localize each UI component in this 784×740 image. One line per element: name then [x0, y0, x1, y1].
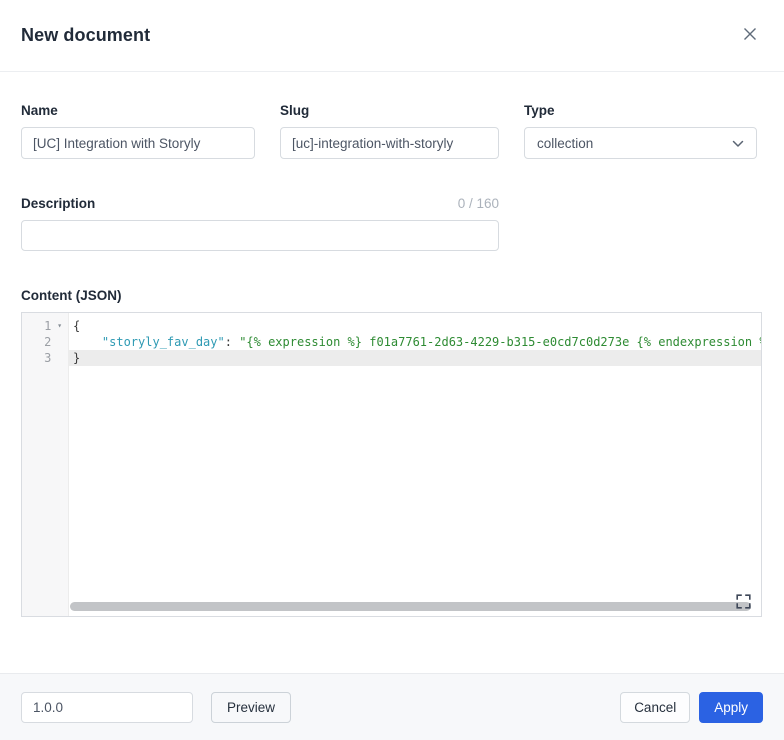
content-json-section: Content (JSON) 1 ▾ 2 3 {"storyly_fav_da… — [21, 288, 762, 617]
type-field-group: Type collection — [524, 103, 757, 159]
new-document-dialog: New document Name Slug Type collection — [0, 0, 784, 740]
cancel-button[interactable]: Cancel — [620, 691, 691, 723]
code-token-string: "{% expression %} f01a7761-2d63-4229-b31… — [239, 335, 761, 349]
json-code-editor[interactable]: 1 ▾ 2 3 { "storyly_fav_day": "{% express… — [21, 312, 762, 617]
code-token: { — [73, 319, 81, 333]
editor-gutter: 1 ▾ 2 3 — [22, 313, 69, 616]
name-field-group: Name — [21, 103, 255, 159]
name-input[interactable] — [21, 127, 255, 159]
editor-code-area[interactable]: { "storyly_fav_day": "{% expression %} f… — [69, 313, 761, 616]
type-select[interactable]: collection — [524, 127, 757, 159]
expand-editor-button[interactable] — [734, 594, 752, 612]
slug-field-group: Slug — [280, 103, 499, 159]
chevron-down-icon — [732, 136, 744, 151]
name-label: Name — [21, 103, 58, 118]
code-line-1: { — [69, 318, 761, 334]
line-number: 1 — [44, 319, 52, 333]
code-token: : — [224, 335, 240, 349]
slug-label: Slug — [280, 103, 310, 118]
slug-input[interactable] — [280, 127, 499, 159]
preview-button[interactable]: Preview — [211, 691, 292, 723]
gutter-line: 2 — [22, 334, 68, 350]
description-field-group: Description 0 / 160 — [21, 196, 499, 251]
fullscreen-icon — [735, 594, 751, 612]
apply-button[interactable]: Apply — [699, 691, 763, 723]
gutter-line: 1 ▾ — [22, 318, 68, 334]
close-button[interactable] — [738, 24, 762, 48]
gutter-line: 3 — [22, 350, 68, 366]
line-number: 3 — [44, 351, 52, 365]
version-input[interactable] — [21, 691, 193, 723]
dialog-footer: Preview Cancel Apply — [0, 673, 784, 740]
code-line-3-active: } — [69, 350, 761, 366]
fields-row: Name Slug Type collection — [21, 103, 762, 159]
type-label: Type — [524, 103, 555, 118]
horizontal-scrollbar-thumb[interactable] — [70, 602, 751, 611]
dialog-header: New document — [0, 0, 784, 72]
content-json-label: Content (JSON) — [21, 288, 122, 303]
dialog-body: Name Slug Type collection Description — [0, 72, 784, 673]
description-label: Description — [21, 196, 96, 211]
code-line-2: "storyly_fav_day": "{% expression %} f01… — [69, 334, 761, 350]
dialog-title: New document — [21, 25, 151, 45]
line-number: 2 — [44, 335, 52, 349]
type-selected-value: collection — [537, 135, 594, 151]
fold-arrow-icon[interactable]: ▾ — [51, 318, 68, 334]
code-token: } — [73, 351, 81, 365]
description-header: Description 0 / 160 — [21, 196, 499, 211]
description-input[interactable] — [21, 220, 499, 251]
char-counter: 0 / 160 — [457, 196, 499, 211]
close-icon — [742, 26, 758, 45]
code-token-property: "storyly_fav_day" — [101, 335, 225, 349]
